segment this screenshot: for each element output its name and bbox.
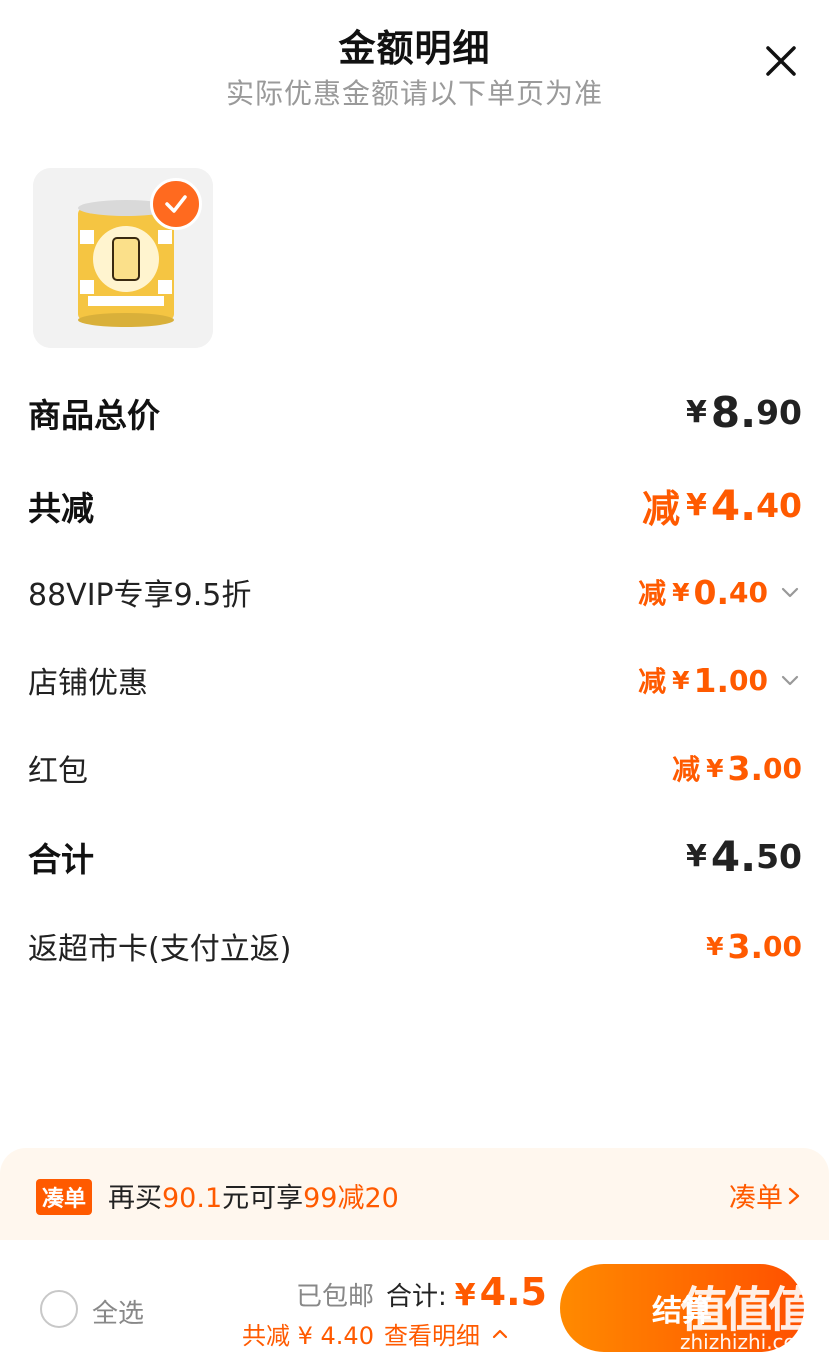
subtotal-row: 合计 ¥ 4. 50 xyxy=(28,832,802,881)
shop-discount-label: 店铺优惠 xyxy=(28,666,148,701)
yen-sign: ¥ xyxy=(706,931,724,961)
goods-total-label: 商品总价 xyxy=(28,395,160,435)
yen-sign: ¥ xyxy=(686,488,707,523)
amount-decimal: 00 xyxy=(729,663,768,697)
bundle-link[interactable]: 凑单 xyxy=(729,1176,805,1215)
total-discount-row: 共减 减 ¥ 4. 40 xyxy=(28,478,802,533)
redpack-row: 红包 减 ¥ 3. 00 xyxy=(28,746,802,790)
watermark-url: zhizhizhi.com xyxy=(680,1330,816,1354)
amount-integer: 3. xyxy=(727,748,764,788)
discount-prefix: 减 xyxy=(638,665,667,698)
free-shipping-label: 已包邮 xyxy=(296,1282,375,1312)
page-subtitle: 实际优惠金额请以下单页为准 xyxy=(225,77,603,110)
amount-decimal: 40 xyxy=(729,575,768,609)
page-title: 金额明细 xyxy=(338,27,491,70)
bundle-promo-bar[interactable]: 凑单 再买90.1元可享99减20 凑单 xyxy=(0,1148,829,1240)
vip-discount-row[interactable]: 88VIP专享9.5折 减 ¥ 0. 40 xyxy=(28,570,802,614)
discount-prefix: 减 xyxy=(638,577,667,610)
close-button[interactable] xyxy=(760,40,802,82)
sheet-header: 金额明细 实际优惠金额请以下单页为准 xyxy=(0,0,829,130)
footer-total-line: 已包邮 合计: ¥ 4.5 xyxy=(296,1270,547,1314)
discount-prefix: 减 xyxy=(641,487,680,531)
bundle-msg-amount: 90.1 xyxy=(162,1183,223,1214)
redpack-label: 红包 xyxy=(28,754,88,789)
chevron-down-icon[interactable] xyxy=(778,580,802,604)
yen-sign: ¥ xyxy=(686,395,707,430)
shop-discount-row[interactable]: 店铺优惠 减 ¥ 1. 00 xyxy=(28,658,802,702)
yen-sign: ¥ xyxy=(686,839,707,874)
vip-discount-label: 88VIP专享9.5折 xyxy=(28,578,252,613)
amount-decimal: 40 xyxy=(756,486,802,525)
bundle-msg-a: 再买 xyxy=(108,1183,162,1214)
bundle-message: 再买90.1元可享99减20 xyxy=(108,1176,399,1215)
yen-sign: ¥ xyxy=(672,577,690,607)
selected-checkmark-icon[interactable] xyxy=(150,178,202,230)
goods-total-amount: ¥ 8. 90 xyxy=(686,388,802,437)
chevron-down-icon[interactable] xyxy=(778,668,802,692)
subtotal-label: 合计 xyxy=(28,839,94,879)
amount-decimal: 00 xyxy=(763,929,802,963)
cashback-amount: ¥ 3. 00 xyxy=(706,927,802,966)
amount-decimal: 00 xyxy=(763,751,802,785)
footer-discount-line[interactable]: 共减 ¥ 4.40 查看明细 xyxy=(242,1316,510,1351)
bundle-msg-c: 元可享 xyxy=(222,1183,304,1214)
amount-integer: 4. xyxy=(710,481,757,530)
yen-sign: ¥ xyxy=(672,665,690,695)
vip-discount-amount: 减 ¥ 0. 40 xyxy=(638,572,802,612)
select-all-label[interactable]: 全选 xyxy=(92,1293,144,1330)
chevron-right-icon xyxy=(788,1187,800,1204)
goods-total-row: 商品总价 ¥ 8. 90 xyxy=(28,388,802,437)
redpack-amount: 减 ¥ 3. 00 xyxy=(672,748,802,788)
amount-integer: 1. xyxy=(693,660,730,700)
bundle-link-label: 凑单 xyxy=(729,1183,783,1214)
total-discount-amount: 减 ¥ 4. 40 xyxy=(642,478,802,533)
amount-detail-sheet: 金额明细 实际优惠金额请以下单页为准 商品总价 ¥ 8. 90 共减 减 ¥ 4… xyxy=(0,0,829,1359)
yen-sign: ¥ xyxy=(706,753,724,783)
shop-discount-amount: 减 ¥ 1. 00 xyxy=(638,660,802,700)
amount-decimal: 90 xyxy=(756,393,802,432)
footer-discount-text: 共减 ¥ 4.40 xyxy=(242,1322,374,1350)
sum-label: 合计: xyxy=(386,1282,447,1312)
total-discount-label: 共减 xyxy=(28,488,94,528)
amount-integer: 0. xyxy=(693,572,730,612)
amount-integer: 8. xyxy=(710,388,757,437)
close-icon xyxy=(766,46,796,76)
select-all-radio[interactable] xyxy=(40,1290,78,1328)
amount-integer: 4. xyxy=(710,832,757,881)
cashback-row: 返超市卡(支付立返) ¥ 3. 00 xyxy=(28,924,802,968)
discount-prefix: 减 xyxy=(672,753,701,786)
yen-sign: ¥ xyxy=(454,1278,476,1313)
bundle-tag: 凑单 xyxy=(36,1179,93,1215)
footer-total-amount: 4.5 xyxy=(479,1270,547,1314)
amount-decimal: 50 xyxy=(756,837,802,876)
chevron-up-icon[interactable] xyxy=(490,1324,510,1344)
view-details-link[interactable]: 查看明细 xyxy=(384,1316,480,1351)
bundle-msg-offer: 99减20 xyxy=(303,1183,399,1214)
amount-integer: 3. xyxy=(727,926,764,966)
subtotal-amount: ¥ 4. 50 xyxy=(686,832,802,881)
cashback-label: 返超市卡(支付立返) xyxy=(28,932,292,967)
